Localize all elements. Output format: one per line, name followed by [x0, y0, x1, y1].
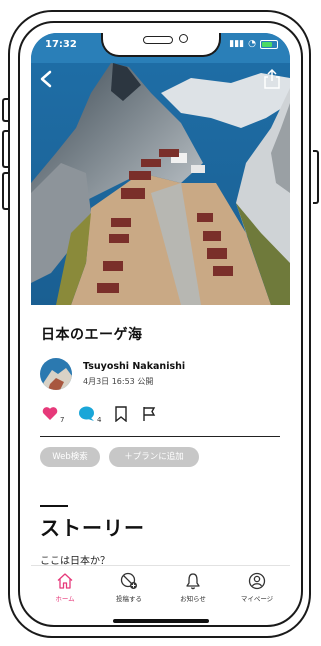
home-indicator[interactable]	[113, 619, 209, 623]
volume-down-button	[2, 172, 8, 210]
avatar-image	[40, 358, 72, 390]
hero-image	[31, 33, 290, 305]
story-accent-bar	[40, 505, 68, 507]
like-icon[interactable]	[42, 406, 58, 421]
home-icon	[57, 573, 73, 589]
app-screen: 17:32 ▮▮▮ ◔ 日本のエーゲ海 Tsuyoshi Nakanishi 4…	[31, 33, 290, 625]
speaker-grille	[143, 36, 173, 44]
comment-icon[interactable]	[78, 406, 95, 421]
post-title: 日本のエーゲ海	[41, 327, 143, 343]
share-icon[interactable]	[262, 68, 282, 90]
tab-mypage[interactable]: マイページ	[225, 572, 289, 603]
hero-photo: 17:32 ▮▮▮ ◔	[31, 33, 290, 305]
comment-count: 4	[97, 416, 102, 424]
bookmark-icon[interactable]	[114, 406, 128, 422]
profile-icon	[248, 572, 266, 590]
post-icon	[120, 572, 137, 589]
back-icon[interactable]	[37, 69, 57, 89]
mute-switch	[2, 98, 8, 122]
tab-home-label: ホーム	[55, 595, 75, 603]
wifi-icon: ◔	[248, 39, 256, 49]
tab-mypage-label: マイページ	[240, 595, 274, 603]
power-button	[313, 150, 319, 204]
tab-notifications[interactable]: お知らせ	[161, 572, 225, 603]
bottom-tab-bar: ホーム 投稿する お知らせ マイページ	[31, 565, 290, 625]
post-date: 4月3日 16:53 公開	[83, 377, 154, 386]
tab-home[interactable]: ホーム	[33, 572, 97, 603]
phone-notch	[101, 33, 221, 57]
post-actions: 7 4	[40, 406, 280, 426]
story-heading: ストーリー	[40, 516, 145, 540]
battery-icon	[260, 39, 278, 49]
author-name[interactable]: Tsuyoshi Nakanishi	[83, 361, 185, 372]
web-search-button[interactable]: Web検索	[40, 447, 100, 467]
status-icons: ▮▮▮ ◔	[229, 39, 278, 49]
flag-icon[interactable]	[142, 406, 156, 422]
add-to-plan-button[interactable]: ＋プランに追加	[109, 447, 199, 467]
signal-icon: ▮▮▮	[229, 39, 245, 49]
tab-post[interactable]: 投稿する	[97, 572, 161, 603]
author-avatar[interactable]	[40, 358, 72, 390]
like-count: 7	[60, 416, 65, 424]
section-divider	[40, 436, 280, 437]
front-camera	[179, 34, 188, 43]
status-time: 17:32	[45, 39, 77, 50]
bell-icon	[186, 573, 200, 590]
tab-notifications-label: お知らせ	[180, 595, 206, 603]
volume-up-button	[2, 130, 8, 168]
tab-post-label: 投稿する	[116, 595, 142, 603]
